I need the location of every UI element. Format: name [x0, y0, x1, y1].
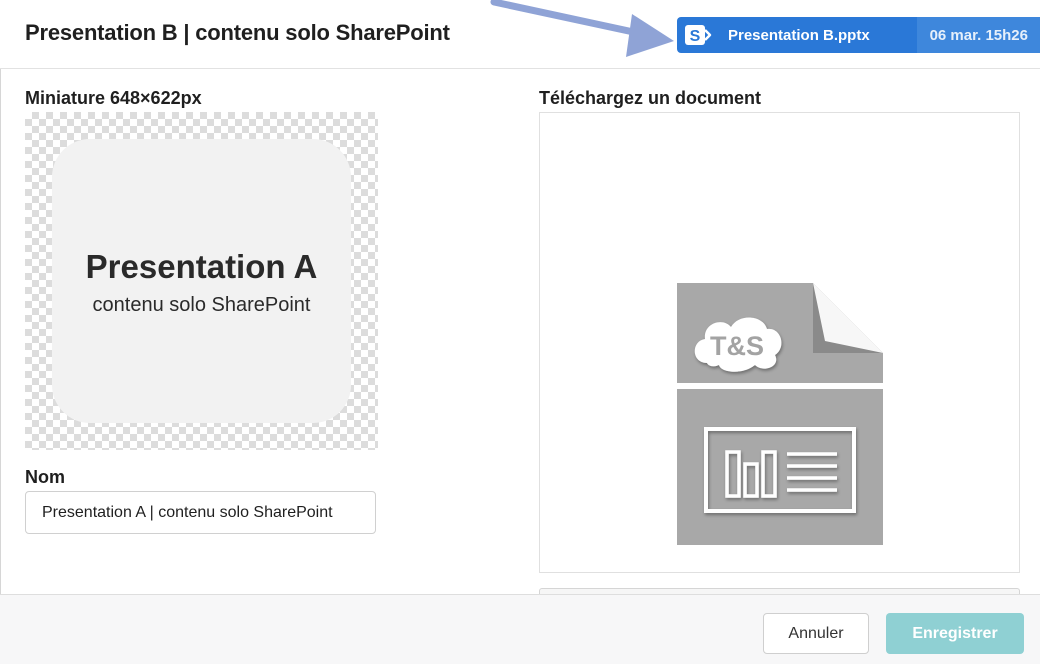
- name-field-label: Nom: [25, 467, 65, 487]
- svg-text:S: S: [690, 28, 701, 45]
- cancel-button[interactable]: Annuler: [763, 613, 869, 654]
- file-chip[interactable]: S Presentation B.pptx 06 mar. 15h26: [677, 17, 1040, 53]
- modal-header: Presentation B | contenu solo SharePoint…: [0, 0, 1040, 69]
- sharepoint-icon: S: [681, 17, 715, 53]
- thumbnail-card: Presentation A contenu solo SharePoint: [52, 139, 351, 423]
- upload-dropzone[interactable]: T&S: [539, 112, 1020, 573]
- thumbnail-label: Miniature 648×622px: [25, 88, 202, 108]
- upload-label: Téléchargez un document: [539, 88, 762, 108]
- presentation-file-icon: T&S: [677, 283, 883, 545]
- save-button[interactable]: Enregistrer: [886, 613, 1024, 654]
- doc-badge-text: T&S: [710, 331, 764, 361]
- thumbnail-subtitle: contenu solo SharePoint: [92, 294, 311, 316]
- file-chip-filename: Presentation B.pptx: [728, 26, 870, 44]
- name-input[interactable]: [25, 491, 376, 534]
- modal-title: Presentation B | contenu solo SharePoint: [25, 20, 450, 45]
- thumbnail-preview[interactable]: Presentation A contenu solo SharePoint: [25, 112, 378, 450]
- thumbnail-title: Presentation A: [85, 248, 318, 285]
- file-chip-date: 06 mar. 15h26: [916, 17, 1040, 53]
- modal-dialog: Presentation B | contenu solo SharePoint…: [0, 0, 1040, 664]
- modal-footer: Annuler Enregistrer: [0, 594, 1040, 664]
- modal-left-border: [0, 0, 1, 600]
